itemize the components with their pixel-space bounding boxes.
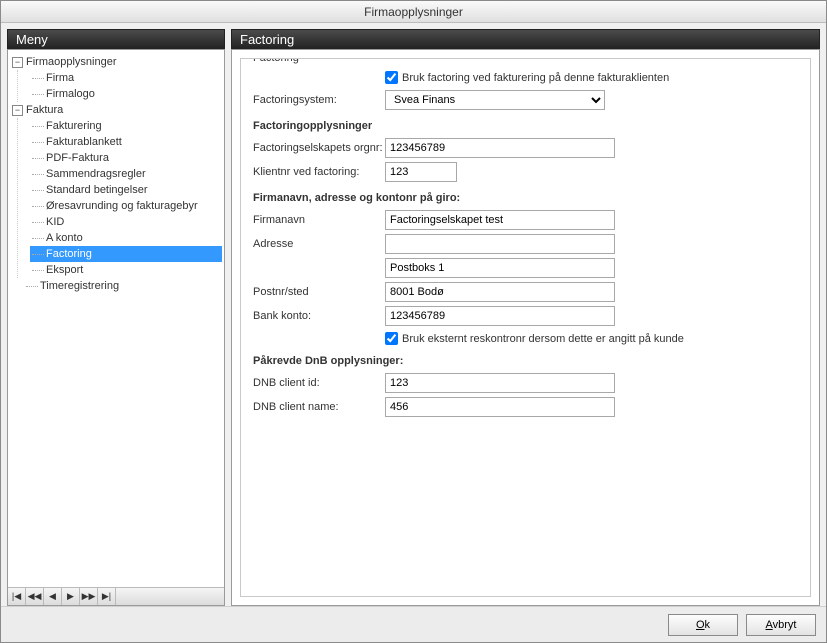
tree-connector: [32, 126, 44, 127]
orgnr-input[interactable]: [385, 138, 615, 158]
main-area: Meny − Firmaopplysninger Firma: [1, 23, 826, 606]
tree-label: Fakturering: [46, 120, 102, 132]
tree-connector: [32, 254, 44, 255]
tree-node-faktura: − Faktura Fakturering Fakturablankett PD…: [10, 102, 222, 278]
tree: − Firmaopplysninger Firma Firmalogo: [8, 50, 224, 587]
orgnr-label: Factoringselskapets orgnr:: [253, 142, 385, 154]
tree-label: Øresavrunding og fakturagebyr: [46, 200, 198, 212]
tree-connector: [32, 174, 44, 175]
adresse-label: Adresse: [253, 238, 385, 250]
tree-item-kid[interactable]: KID: [30, 214, 222, 230]
tree-item-fakturablankett[interactable]: Fakturablankett: [30, 134, 222, 150]
tree-label: Firmaopplysninger: [26, 56, 116, 68]
tree-connector: [26, 286, 38, 287]
section-dnb-title: Påkrevde DnB opplysninger:: [253, 355, 798, 367]
nav-next-page-button[interactable]: ▶▶: [80, 588, 98, 605]
window: Firmaopplysninger Meny − Firmaopplysning…: [0, 0, 827, 643]
nav-prev-button[interactable]: ◀: [44, 588, 62, 605]
sidebar-panel: Meny − Firmaopplysninger Firma: [7, 29, 225, 606]
tree-item-faktura[interactable]: − Faktura: [10, 102, 222, 118]
tree-label: Timeregistrering: [40, 280, 119, 292]
use-factoring-checkbox[interactable]: [385, 71, 398, 84]
tree-label: PDF-Faktura: [46, 152, 109, 164]
klientnr-label: Klientnr ved factoring:: [253, 166, 385, 178]
tree-item-akonto[interactable]: A konto: [30, 230, 222, 246]
tree-label: A konto: [46, 232, 83, 244]
tree-item-standard-betingelser[interactable]: Standard betingelser: [30, 182, 222, 198]
tree-connector: [32, 238, 44, 239]
expand-icon[interactable]: −: [12, 57, 23, 68]
firmanavn-input[interactable]: [385, 210, 615, 230]
dnb-id-input[interactable]: [385, 373, 615, 393]
ok-button[interactable]: Ok: [668, 614, 738, 636]
footer: Ok Avbryt: [1, 606, 826, 642]
section-firm-title: Firmanavn, adresse og kontonr på giro:: [253, 192, 798, 204]
tree-item-oresavrunding[interactable]: Øresavrunding og fakturagebyr: [30, 198, 222, 214]
content-header: Factoring: [231, 29, 820, 49]
tree-spacer: [12, 281, 23, 292]
bank-label: Bank konto:: [253, 310, 385, 322]
tree-label: Standard betingelser: [46, 184, 148, 196]
use-factoring-label: Bruk factoring ved fakturering på denne …: [402, 72, 669, 84]
ext-reskontro-row: Bruk eksternt reskontronr dersom dette e…: [385, 332, 798, 345]
tree-connector: [32, 270, 44, 271]
tree-item-eksport[interactable]: Eksport: [30, 262, 222, 278]
tree-label: Factoring: [46, 248, 92, 260]
nav-prev-page-button[interactable]: ◀◀: [26, 588, 44, 605]
tree-item-firma[interactable]: Firma: [30, 70, 222, 86]
tree-item-firmalogo[interactable]: Firmalogo: [30, 86, 222, 102]
factoring-group: Factoring Bruk factoring ved fakturering…: [240, 58, 811, 597]
klientnr-input[interactable]: [385, 162, 457, 182]
bank-input[interactable]: [385, 306, 615, 326]
window-title: Firmaopplysninger: [364, 5, 463, 19]
firmanavn-label: Firmanavn: [253, 214, 385, 226]
tree-connector: [32, 190, 44, 191]
tree-label: Fakturablankett: [46, 136, 122, 148]
tree-label: Firmalogo: [46, 88, 95, 100]
adresse2-input[interactable]: [385, 258, 615, 278]
tree-label: Sammendragsregler: [46, 168, 146, 180]
tree-connector: [32, 78, 44, 79]
tree-item-fakturering[interactable]: Fakturering: [30, 118, 222, 134]
nav-next-button[interactable]: ▶: [62, 588, 80, 605]
tree-connector: [32, 206, 44, 207]
tree-label: Firma: [46, 72, 74, 84]
postnr-label: Postnr/sted: [253, 286, 385, 298]
nav-last-button[interactable]: ▶|: [98, 588, 116, 605]
content-panel: Factoring Factoring Bruk factoring ved f…: [231, 29, 820, 606]
tree-node-firmaopplysninger: − Firmaopplysninger Firma Firmalogo: [10, 54, 222, 102]
record-nav-bar: |◀ ◀◀ ◀ ▶ ▶▶ ▶|: [8, 587, 224, 605]
tree-item-factoring[interactable]: Factoring: [30, 246, 222, 262]
group-title: Factoring: [249, 58, 303, 64]
tree-label: Eksport: [46, 264, 83, 276]
content-body: Factoring Bruk factoring ved fakturering…: [231, 49, 820, 606]
tree-connector: [32, 142, 44, 143]
ext-reskontro-checkbox[interactable]: [385, 332, 398, 345]
tree-item-pdf-faktura[interactable]: PDF-Faktura: [30, 150, 222, 166]
tree-item-timeregistrering[interactable]: Timeregistrering: [10, 278, 222, 294]
postnr-input[interactable]: [385, 282, 615, 302]
dnb-id-label: DNB client id:: [253, 377, 385, 389]
window-titlebar: Firmaopplysninger: [1, 1, 826, 23]
tree-connector: [32, 94, 44, 95]
sidebar-header: Meny: [7, 29, 225, 49]
use-factoring-row: Bruk factoring ved fakturering på denne …: [385, 71, 798, 84]
tree-connector: [32, 222, 44, 223]
tree-label: KID: [46, 216, 64, 228]
sidebar-body: − Firmaopplysninger Firma Firmalogo: [7, 49, 225, 606]
expand-icon[interactable]: −: [12, 105, 23, 116]
tree-item-sammendragsregler[interactable]: Sammendragsregler: [30, 166, 222, 182]
cancel-button[interactable]: Avbryt: [746, 614, 816, 636]
section-details-title: Factoringopplysninger: [253, 120, 798, 132]
dnb-name-label: DNB client name:: [253, 401, 385, 413]
dnb-name-input[interactable]: [385, 397, 615, 417]
tree-label: Faktura: [26, 104, 63, 116]
ext-reskontro-label: Bruk eksternt reskontronr dersom dette e…: [402, 333, 684, 345]
adresse1-input[interactable]: [385, 234, 615, 254]
nav-first-button[interactable]: |◀: [8, 588, 26, 605]
factoringsystem-label: Factoringsystem:: [253, 94, 385, 106]
tree-connector: [32, 158, 44, 159]
tree-item-firmaopplysninger[interactable]: − Firmaopplysninger: [10, 54, 222, 70]
factoringsystem-select[interactable]: Svea Finans: [385, 90, 605, 110]
